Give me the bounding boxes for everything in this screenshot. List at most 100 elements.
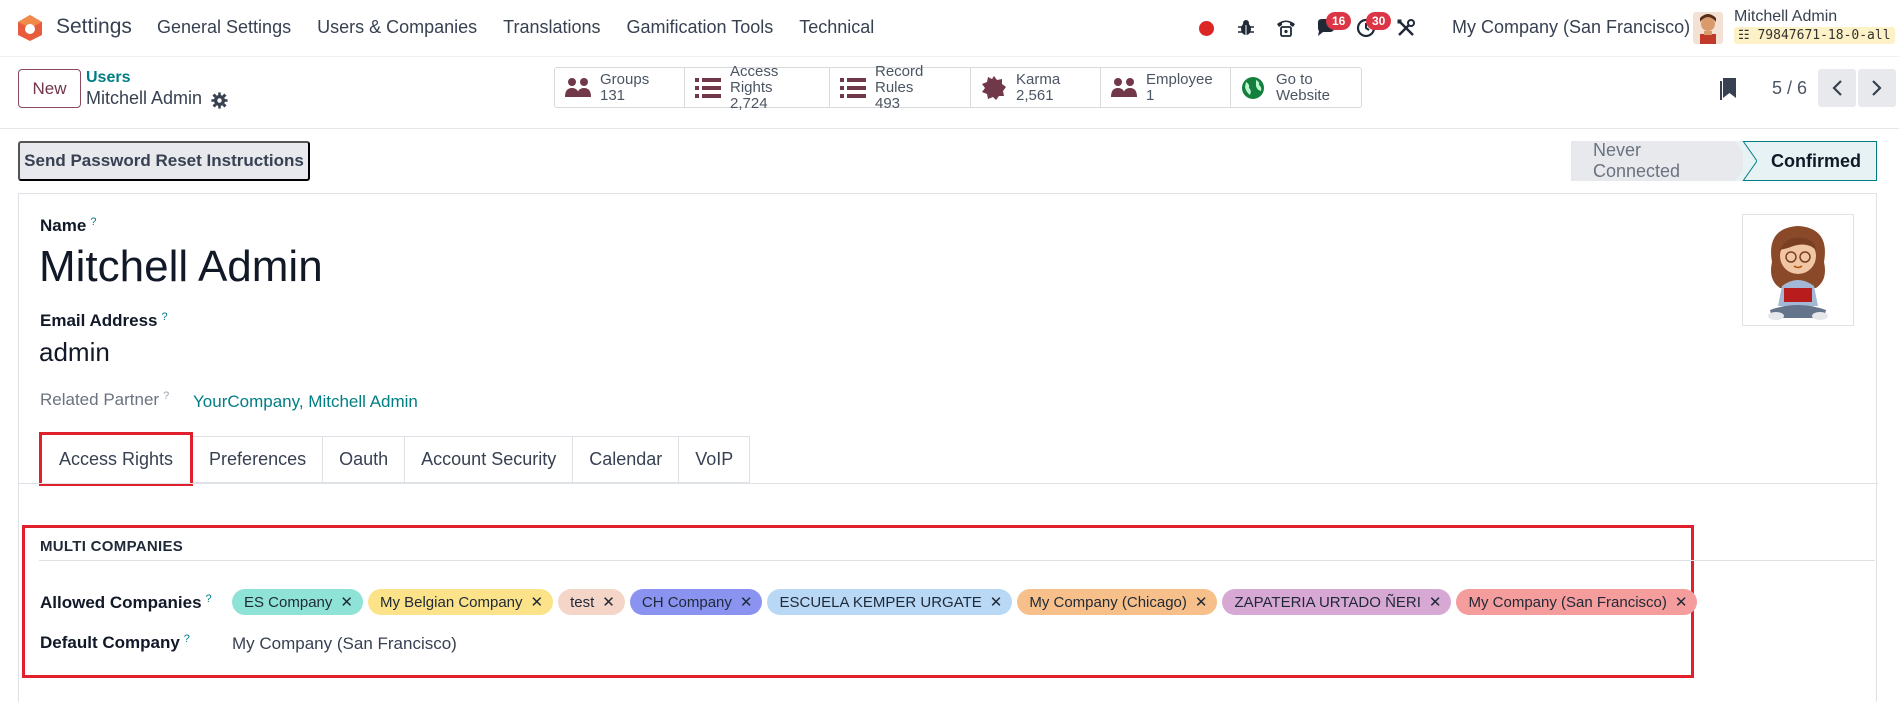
name-label: Name? [40,216,96,236]
tools-icon [1397,19,1415,36]
related-partner-link[interactable]: YourCompany, Mitchell Admin [193,392,418,412]
pager-previous-button[interactable] [1818,69,1856,107]
company-tag[interactable]: My Belgian Company ✕ [367,589,554,615]
pager-next-button[interactable] [1858,69,1896,107]
database-tag: ☷ 79847671-18-0-all [1734,27,1895,44]
tab-access-rights[interactable]: Access Rights [39,432,194,486]
company-switcher[interactable]: My Company (San Francisco) [1452,17,1690,38]
company-tag[interactable]: My Company (Chicago) ✕ [1017,589,1218,615]
send-password-reset-button[interactable]: Send Password Reset Instructions [18,141,310,181]
company-tag-label: CH Company [641,593,732,611]
record-rules-smart-button[interactable]: Record Rules 493 [830,63,971,111]
company-tag[interactable]: ZAPATERIA URTADO ÑERI ✕ [1222,589,1452,615]
user-photo[interactable] [1742,214,1854,326]
database-icon: ☷ [1738,28,1750,43]
related-partner-label: Related Partner? [40,390,169,410]
debug-button[interactable] [1226,12,1266,44]
new-button[interactable]: New [18,69,81,108]
tab-preferences[interactable]: Preferences [193,436,324,483]
breadcrumb-users[interactable]: Users [86,69,130,87]
main-menu: General Settings Users & Companies Trans… [157,17,900,38]
tab-account-security[interactable]: Account Security [405,436,574,483]
globe-icon [1242,76,1264,99]
status-arrow-icon [1735,141,1757,181]
user-avatar[interactable] [1693,12,1723,44]
company-tag[interactable]: ES Company ✕ [232,589,363,615]
company-tag-label: My Company (San Francisco) [1468,593,1667,611]
groups-value: 131 [600,86,626,104]
name-field[interactable]: Mitchell Admin [39,242,323,292]
pager-value[interactable]: 5 / 6 [1772,78,1807,99]
remove-tag-icon[interactable]: ✕ [602,593,615,611]
messages-button[interactable]: 16 [1306,12,1352,44]
company-tag[interactable]: My Company (San Francisco) ✕ [1456,589,1698,615]
menu-general-settings[interactable]: General Settings [157,17,291,38]
app-name[interactable]: Settings [56,15,132,39]
company-tag[interactable]: ESCUELA KEMPER URGATE ✕ [767,589,1013,615]
chevron-left-icon [1832,80,1842,96]
karma-value: 2,561 [1016,86,1054,104]
allowed-companies-field[interactable]: ES Company ✕ My Belgian Company ✕ test ✕ CH Co… [232,589,1698,615]
default-company-field[interactable]: My Company (San Francisco) [232,634,457,654]
form-sheet: Name? Mitchell Admin Email Address? admi… [18,193,1878,702]
remove-tag-icon[interactable]: ✕ [1675,593,1688,611]
partner-help-tooltip[interactable]: ? [163,390,169,402]
company-tag-label: ES Company [244,593,333,611]
tools-button[interactable] [1386,12,1426,44]
notebook-tabs: Access Rights Preferences Oauth Account … [39,432,751,486]
allowed-companies-help-tooltip[interactable]: ? [206,593,212,605]
menu-technical[interactable]: Technical [799,17,874,38]
tab-oauth[interactable]: Oauth [323,436,406,483]
menu-users-companies[interactable]: Users & Companies [317,17,477,38]
user-name[interactable]: Mitchell Admin [1734,8,1837,26]
groups-smart-button[interactable]: Groups 131 [555,68,685,107]
default-company-label: Default Company? [40,633,190,653]
default-company-label-text: Default Company [40,633,180,652]
remove-tag-icon[interactable]: ✕ [1195,593,1208,611]
user-photo-image [1768,226,1828,320]
email-help-tooltip[interactable]: ? [161,311,167,323]
menu-translations[interactable]: Translations [503,17,600,38]
tab-calendar[interactable]: Calendar [573,436,680,483]
remove-tag-icon[interactable]: ✕ [990,593,1003,611]
default-company-help-tooltip[interactable]: ? [184,633,190,645]
name-help-tooltip[interactable]: ? [90,216,96,228]
users-icon [565,77,591,97]
employee-smart-button[interactable]: Employee 1 [1101,68,1231,107]
access-rights-smart-button[interactable]: Access Rights 2,724 [685,63,830,111]
bug-icon [1238,20,1254,35]
remove-tag-icon[interactable]: ✕ [740,593,753,611]
chevron-right-icon [1872,80,1882,96]
tab-voip[interactable]: VoIP [679,436,751,483]
systray: 16 30 [1186,12,1426,44]
employee-value: 1 [1146,86,1155,104]
website-value: Website [1276,86,1330,104]
remove-tag-icon[interactable]: ✕ [1429,593,1442,611]
recording-button[interactable] [1186,12,1226,44]
menu-gamification-tools[interactable]: Gamification Tools [627,17,774,38]
employee-label: Employee [1146,70,1213,88]
remove-tag-icon[interactable]: ✕ [531,593,544,611]
remove-tag-icon[interactable]: ✕ [340,593,353,611]
status-never-connected[interactable]: Never Connected [1571,140,1743,181]
company-tag[interactable]: test ✕ [558,589,625,615]
breadcrumb-current: Mitchell Admin [86,88,203,108]
groups-label: Groups [600,70,650,88]
list-icon [695,77,721,98]
app-logo-icon[interactable] [16,14,44,42]
bookmark-icon[interactable] [1717,77,1739,101]
email-field[interactable]: admin [39,337,110,368]
allowed-companies-label-text: Allowed Companies [40,593,202,612]
status-confirmed[interactable]: Confirmed [1743,141,1877,181]
record-rules-value: 493 [875,94,901,112]
company-tag[interactable]: CH Company ✕ [629,589,763,615]
status-bar: Never Connected Confirmed [1571,140,1877,181]
name-label-text: Name [40,216,87,235]
activities-button[interactable]: 30 [1346,12,1392,44]
database-name: 79847671-18-0-all [1757,28,1891,43]
gear-icon[interactable] [211,92,228,109]
go-to-website-smart-button[interactable]: Go to Website [1231,68,1361,107]
karma-smart-button[interactable]: Karma 2,561 [971,68,1101,107]
company-tag-label: test [570,593,595,611]
phone-button[interactable] [1266,12,1306,44]
